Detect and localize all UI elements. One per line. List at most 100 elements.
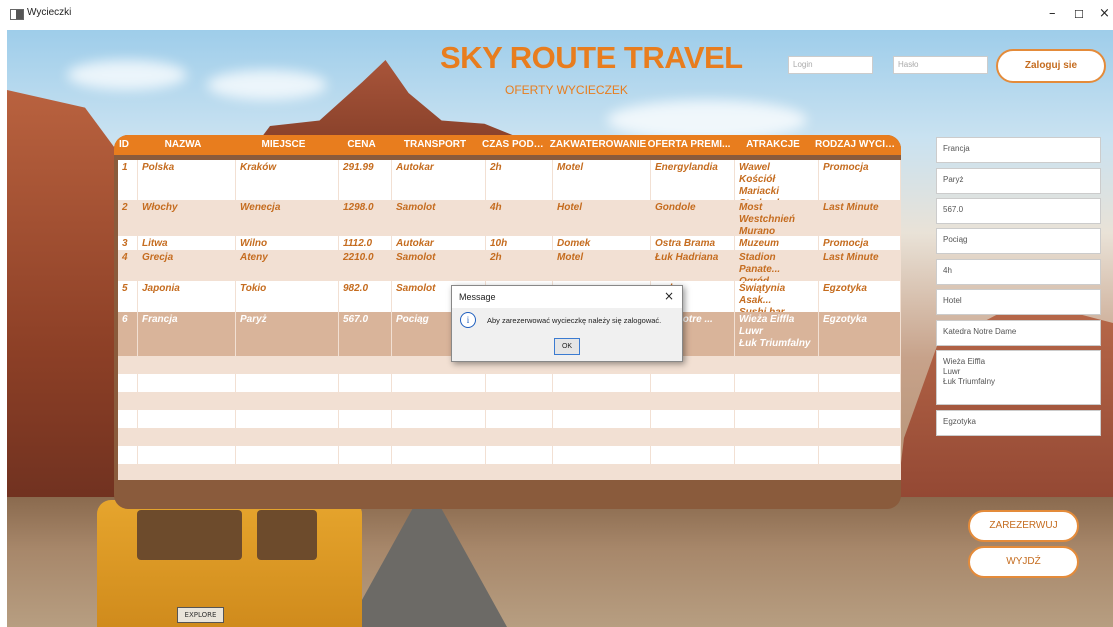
column-header[interactable]: TRANSPORT: [388, 135, 482, 155]
field-transport[interactable]: Pociąg: [936, 228, 1101, 254]
table-row[interactable]: 3LitwaWilno1112.0Autokar10hDomek jednoro…: [118, 236, 901, 250]
login-input[interactable]: Login: [788, 56, 873, 74]
table-cell: 3: [118, 236, 138, 250]
table-cell: 567.0: [339, 312, 392, 356]
table-cell: Muzeum Pieniądza: [735, 236, 819, 250]
field-travel-time[interactable]: 4h: [936, 259, 1101, 285]
brand-subtitle: OFERTY WYCIECZEK: [505, 83, 628, 97]
table-cell: Grecja: [138, 250, 236, 281]
empty-row: [118, 392, 901, 410]
minimize-button[interactable]: –: [1049, 6, 1056, 21]
dialog-title: Message: [459, 292, 496, 302]
table-cell: Włochy: [138, 200, 236, 236]
table-row[interactable]: 2 Włochy Wenecja 1298.0 Samolot 4h Hotel Gondol…: [118, 200, 901, 236]
message-dialog: Message × i Aby zarezerwować wycieczkę n…: [451, 285, 683, 362]
table-cell: Paryż: [236, 312, 339, 356]
column-header[interactable]: ZAKWATEROWANIE: [549, 135, 647, 155]
field-trip-type[interactable]: Egzotyka: [936, 410, 1101, 436]
column-header[interactable]: RODZAJ WYCIE...: [815, 135, 897, 155]
table-cell: Egzotyka: [819, 281, 901, 312]
table-cell: Last Minute: [819, 250, 901, 281]
table-cell: Francja: [138, 312, 236, 356]
table-cell: Most Westchnień Murano: [735, 200, 819, 236]
table-cell: Ateny: [236, 250, 339, 281]
info-icon: i: [460, 312, 476, 328]
table-cell: Łuk Hadriana: [651, 250, 735, 281]
table-cell: 1: [118, 160, 138, 200]
column-header[interactable]: ID: [114, 135, 134, 155]
maximize-button[interactable]: ☐: [1074, 8, 1084, 21]
field-accommodation[interactable]: Hotel: [936, 289, 1101, 315]
table-cell: Wawel Kościół Mariacki Starbucks: [735, 160, 819, 200]
table-cell: 291.99: [339, 160, 392, 200]
table-cell: Stadion Panate... Ogród Narodowy: [735, 250, 819, 281]
table-cell: Motel: [553, 160, 651, 200]
van-image: EXPLORE: [97, 500, 362, 627]
field-name[interactable]: Francja: [936, 137, 1101, 163]
reserve-button[interactable]: ZAREZERWUJ: [968, 510, 1079, 542]
exit-button[interactable]: WYJDŹ: [968, 546, 1079, 578]
empty-row: [118, 446, 901, 464]
table-cell: Domek jednorodzin...: [553, 236, 651, 250]
table-cell: Autokar: [392, 160, 486, 200]
table-cell: 982.0: [339, 281, 392, 312]
table-cell: Tokio: [236, 281, 339, 312]
column-header[interactable]: MIEJSCE: [232, 135, 335, 155]
table-cell: Samolot: [392, 250, 486, 281]
table-cell: Wilno: [236, 236, 339, 250]
empty-row: [118, 428, 901, 446]
field-attractions[interactable]: Wieża Eiffla Luwr Łuk Triumfalny: [936, 350, 1101, 405]
table-cell: 2h: [486, 160, 553, 200]
table-cell: 2h: [486, 250, 553, 281]
dialog-ok-button[interactable]: OK: [554, 338, 580, 355]
table-cell: 4h: [486, 200, 553, 236]
table-cell: Ostra Brama: [651, 236, 735, 250]
app-icon: [10, 9, 24, 20]
table-cell: 1298.0: [339, 200, 392, 236]
table-cell: Japonia: [138, 281, 236, 312]
table-cell: 1112.0: [339, 236, 392, 250]
table-row[interactable]: 1 Polska Kraków 291.99 Autokar 2h Motel Energyl…: [118, 160, 901, 200]
table-row[interactable]: 4 Grecja Ateny 2210.0 Samolot 2h Motel Łuk Hadr…: [118, 250, 901, 281]
window-title: Wycieczki: [27, 7, 72, 18]
table-cell: 5: [118, 281, 138, 312]
field-price[interactable]: 567.0: [936, 198, 1101, 224]
field-premium-offer[interactable]: Katedra Notre Dame: [936, 320, 1101, 346]
empty-row: [118, 410, 901, 428]
empty-row: [118, 464, 901, 480]
table-cell: Gondole: [651, 200, 735, 236]
password-input[interactable]: Hasło: [893, 56, 988, 74]
table-cell: 4: [118, 250, 138, 281]
table-cell: Promocja: [819, 236, 901, 250]
table-cell: Samolot: [392, 200, 486, 236]
column-header[interactable]: CENA: [335, 135, 388, 155]
table-cell: Wenecja: [236, 200, 339, 236]
table-cell: Last Minute: [819, 200, 901, 236]
column-header[interactable]: NAZWA: [134, 135, 232, 155]
dialog-close-icon[interactable]: ×: [664, 289, 674, 303]
table-cell: Autokar: [392, 236, 486, 250]
close-button[interactable]: ×: [1099, 6, 1110, 21]
column-header[interactable]: CZAS PODR...: [482, 135, 549, 155]
dialog-titlebar: Message ×: [452, 286, 682, 308]
table-cell: 2210.0: [339, 250, 392, 281]
window-titlebar: Wycieczki – ☐ ×: [0, 0, 1113, 30]
table-cell: Litwa: [138, 236, 236, 250]
table-cell: Energylandia: [651, 160, 735, 200]
table-cell: Kraków: [236, 160, 339, 200]
table-cell: Polska: [138, 160, 236, 200]
login-button[interactable]: Zaloguj sie: [996, 49, 1106, 83]
column-header[interactable]: ATRAKCJE: [731, 135, 815, 155]
table-cell: Motel: [553, 250, 651, 281]
table-cell: Egzotyka: [819, 312, 901, 356]
van-plate: EXPLORE: [177, 607, 224, 623]
field-place[interactable]: Paryż: [936, 168, 1101, 194]
table-cell: 10h: [486, 236, 553, 250]
dialog-message: Aby zarezerwować wycieczkę należy się za…: [487, 316, 662, 325]
empty-row: [118, 374, 901, 392]
brand-title: SKY ROUTE TRAVEL: [440, 40, 743, 75]
table-header: ID NAZWA MIEJSCE CENA TRANSPORT CZAS PODR... Z…: [114, 135, 901, 155]
table-cell: 6: [118, 312, 138, 356]
column-header[interactable]: OFERTA PREMI...: [647, 135, 731, 155]
table-cell: Świątynia Asak... Sushi bar: [735, 281, 819, 312]
